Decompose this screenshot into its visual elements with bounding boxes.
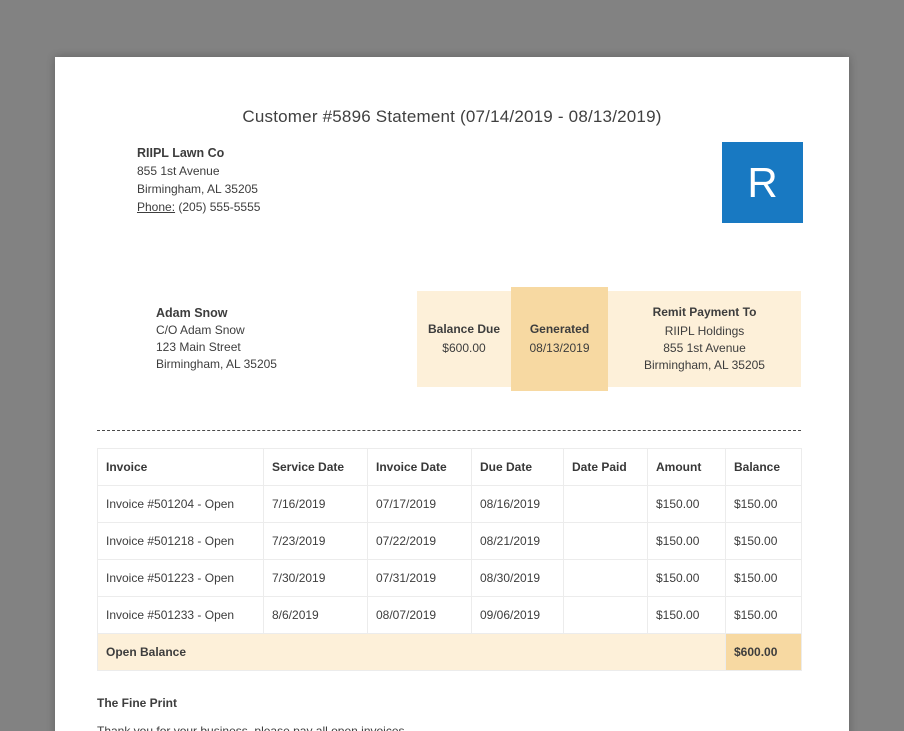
company-phone: Phone: (205) 555-5555: [137, 198, 260, 216]
col-header-due-date: Due Date: [471, 448, 564, 486]
cell-service-date: 7/16/2019: [263, 485, 368, 523]
generated-value: 08/13/2019: [529, 341, 590, 355]
table-row: Invoice #501223 - Open 7/30/2019 07/31/2…: [97, 559, 802, 597]
customer-city: Birmingham, AL 35205: [156, 357, 277, 371]
open-balance-label: Open Balance: [97, 633, 726, 671]
remit-line3: Birmingham, AL 35205: [644, 358, 765, 372]
table-row: Invoice #501233 - Open 8/6/2019 08/07/20…: [97, 596, 802, 634]
company-info: RIIPL Lawn Co 855 1st Avenue Birmingham,…: [137, 144, 260, 216]
cell-invoice-date: 07/31/2019: [367, 559, 472, 597]
cell-due-date: 08/21/2019: [471, 522, 564, 560]
col-header-balance: Balance: [725, 448, 802, 486]
customer-name: Adam Snow: [156, 306, 228, 320]
cell-amount: $150.00: [647, 485, 726, 523]
cell-due-date: 08/16/2019: [471, 485, 564, 523]
cell-invoice: Invoice #501223 - Open: [97, 559, 264, 597]
phone-label: Phone:: [137, 200, 176, 214]
remit-payment-box: Remit Payment To RIIPL Holdings 855 1st …: [608, 291, 801, 387]
invoice-table-footer: Open Balance $600.00: [97, 633, 802, 671]
cell-due-date: 08/30/2019: [471, 559, 564, 597]
invoice-table: Invoice Service Date Invoice Date Due Da…: [97, 448, 802, 671]
col-header-date-paid: Date Paid: [563, 448, 648, 486]
logo-letter: R: [747, 158, 778, 206]
cell-date-paid: [563, 485, 648, 523]
cell-balance: $150.00: [725, 596, 802, 634]
statement-page: Customer #5896 Statement (07/14/2019 - 0…: [55, 57, 849, 731]
cell-invoice-date: 07/17/2019: [367, 485, 472, 523]
fine-print-heading: The Fine Print: [97, 696, 178, 710]
invoice-table-header: Invoice Service Date Invoice Date Due Da…: [97, 448, 802, 486]
cell-date-paid: [563, 596, 648, 634]
cell-date-paid: [563, 522, 648, 560]
company-header-row: RIIPL Lawn Co 855 1st Avenue Birmingham,…: [137, 142, 803, 223]
billing-summary-row: Adam Snow C/O Adam Snow 123 Main Street …: [156, 287, 801, 391]
fine-print-section: The Fine Print Thank you for your busine…: [97, 696, 801, 731]
generated-label: Generated: [529, 322, 590, 336]
cell-due-date: 09/06/2019: [471, 596, 564, 634]
cell-invoice-date: 07/22/2019: [367, 522, 472, 560]
cell-balance: $150.00: [725, 485, 802, 523]
cell-service-date: 8/6/2019: [263, 596, 368, 634]
header-row: Invoice Service Date Invoice Date Due Da…: [97, 448, 802, 486]
cell-amount: $150.00: [647, 596, 726, 634]
cell-invoice: Invoice #501204 - Open: [97, 485, 264, 523]
cell-service-date: 7/23/2019: [263, 522, 368, 560]
cell-balance: $150.00: [725, 522, 802, 560]
customer-info: Adam Snow C/O Adam Snow 123 Main Street …: [156, 305, 277, 373]
cell-amount: $150.00: [647, 559, 726, 597]
cell-invoice: Invoice #501218 - Open: [97, 522, 264, 560]
table-row: Invoice #501218 - Open 7/23/2019 07/22/2…: [97, 522, 802, 560]
cell-date-paid: [563, 559, 648, 597]
remit-label: Remit Payment To: [652, 305, 757, 319]
col-header-invoice: Invoice: [97, 448, 264, 486]
table-row: Invoice #501204 - Open 7/16/2019 07/17/2…: [97, 485, 802, 523]
dashed-divider: [97, 430, 801, 431]
company-address-line2: Birmingham, AL 35205: [137, 182, 258, 196]
open-balance-row: Open Balance $600.00: [97, 633, 802, 671]
fine-print-text: Thank you for your business, please pay …: [97, 724, 405, 731]
balance-due-value: $600.00: [442, 341, 486, 355]
cell-balance: $150.00: [725, 559, 802, 597]
company-address-line1: 855 1st Avenue: [137, 164, 220, 178]
statement-title: Customer #5896 Statement (07/14/2019 - 0…: [242, 107, 662, 126]
company-logo: R: [722, 142, 803, 223]
balance-due-label: Balance Due: [427, 322, 501, 336]
col-header-amount: Amount: [647, 448, 726, 486]
cell-invoice-date: 08/07/2019: [367, 596, 472, 634]
remit-line1: RIIPL Holdings: [664, 324, 745, 338]
customer-street: 123 Main Street: [156, 340, 241, 354]
open-balance-total: $600.00: [725, 633, 802, 671]
cell-service-date: 7/30/2019: [263, 559, 368, 597]
cell-amount: $150.00: [647, 522, 726, 560]
col-header-service-date: Service Date: [263, 448, 368, 486]
document-viewer: Customer #5896 Statement (07/14/2019 - 0…: [0, 0, 904, 731]
customer-care-of: C/O Adam Snow: [156, 323, 245, 337]
company-name: RIIPL Lawn Co: [137, 146, 225, 160]
generated-box: Generated 08/13/2019: [511, 287, 608, 391]
balance-due-box: Balance Due $600.00: [417, 291, 511, 387]
summary-boxes: Balance Due $600.00 Generated 08/13/2019…: [417, 287, 801, 391]
remit-line2: 855 1st Avenue: [663, 341, 746, 355]
phone-number: (205) 555-5555: [178, 200, 261, 214]
invoice-table-body: Invoice #501204 - Open 7/16/2019 07/17/2…: [97, 485, 802, 634]
col-header-invoice-date: Invoice Date: [367, 448, 472, 486]
cell-invoice: Invoice #501233 - Open: [97, 596, 264, 634]
